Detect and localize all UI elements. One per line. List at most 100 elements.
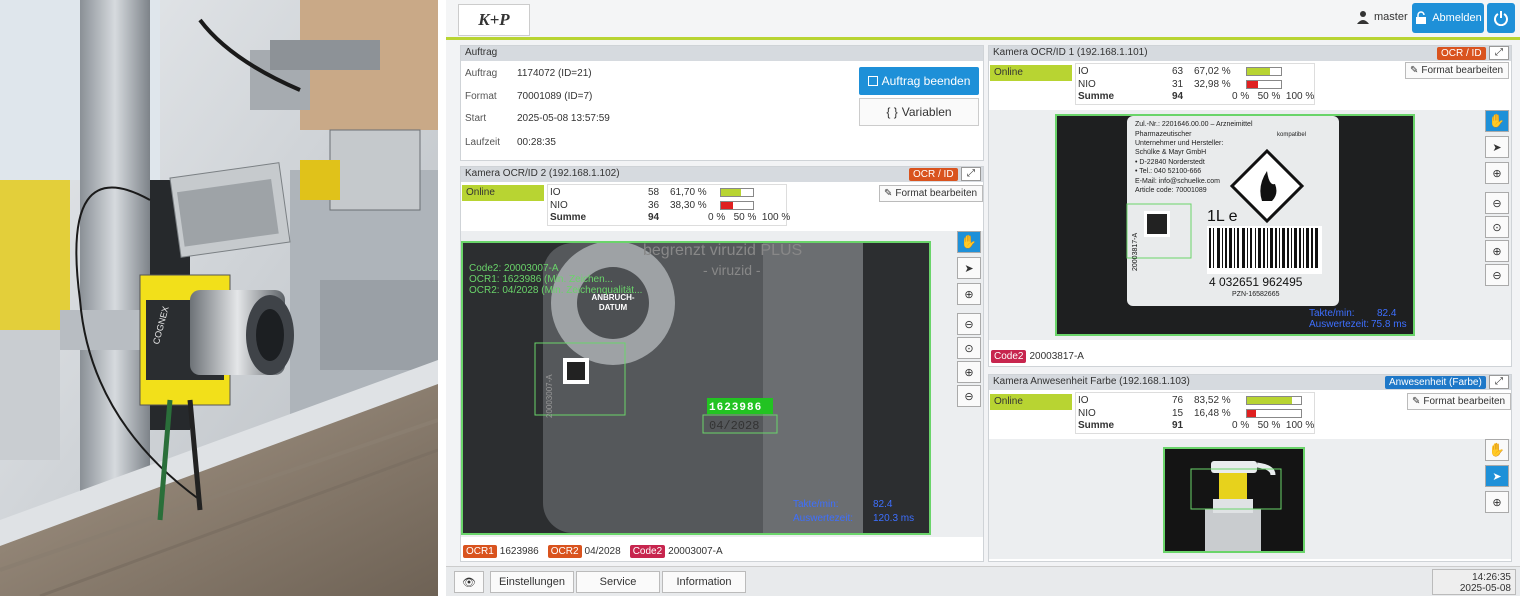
io-bar	[720, 188, 754, 197]
pan-tool-button[interactable]: ✋	[1485, 439, 1509, 461]
result-code2-value: 20003817-A	[1029, 351, 1084, 362]
select-tool-button[interactable]: ➤	[1485, 465, 1509, 487]
zoom-fit-button[interactable]: ⊖	[957, 313, 981, 335]
camera-photo: COGNEX	[0, 0, 438, 596]
camera-1-image[interactable]: 4 032651 962495 PZN-16582665 1L e 200038…	[1055, 114, 1415, 336]
io-count: 58	[648, 187, 660, 198]
clock-date: 2025-05-08	[1459, 583, 1511, 594]
sum-label: Summe	[1078, 91, 1115, 102]
variables-button[interactable]: { } Variablen	[859, 98, 979, 126]
camera-3-scene	[1165, 449, 1303, 551]
select-tool-button[interactable]: ➤	[957, 257, 981, 279]
service-label: Service	[599, 576, 637, 588]
camera-3-viewer: ✋ ➤ ⊕	[989, 439, 1511, 559]
logo-text: K+P	[478, 10, 510, 29]
pan-tool-button[interactable]: ✋	[957, 231, 981, 253]
nio-bar	[1246, 409, 1302, 418]
overlay-ocr2: OCR2: 04/2028 (Min. Zeichenqualität...	[469, 285, 643, 296]
io-pct: 83,52 %	[1194, 395, 1231, 406]
top-bar: K+P master Abmelden	[446, 0, 1520, 40]
camera-1-format-button[interactable]: ✎ Format bearbeiten	[1405, 62, 1509, 79]
start-value: 2025-05-08 13:57:59	[517, 113, 610, 124]
camera-2-status: Online	[462, 185, 544, 201]
format-label: Format	[465, 91, 497, 102]
sum-count: 91	[1172, 420, 1184, 431]
camera-2-format-button[interactable]: ✎ Format bearbeiten	[879, 185, 983, 202]
result-ocr2-value: 04/2028	[584, 546, 621, 557]
camera-2-expand-icon[interactable]: ⤢	[961, 167, 981, 181]
zoom-rect-icon: ⊕	[964, 288, 974, 301]
nio-count: 36	[648, 200, 660, 211]
bar-scale: 0 % 50 % 100 %	[1232, 91, 1315, 102]
result-ocr1-value: 1623986	[499, 546, 539, 557]
camera-2-viewer: ANBRUCH- DATUM begrenzt viruzid PLUS - v…	[461, 231, 983, 537]
cursor-icon: ➤	[1492, 141, 1502, 154]
zoom-rect-button[interactable]: ⊕	[957, 283, 981, 305]
logout-button[interactable]: Abmelden	[1412, 3, 1484, 33]
select-tool-button[interactable]: ➤	[1485, 136, 1509, 158]
zoom-out-button[interactable]: ⊖	[1485, 264, 1509, 286]
zoom-reset-button[interactable]: ⊙	[957, 337, 981, 359]
settings-label: Einstellungen	[498, 576, 566, 588]
camera-2-header: Kamera OCR/ID 2 (192.168.1.102) OCR / ID…	[461, 167, 983, 182]
camera-3-image[interactable]	[1163, 447, 1305, 553]
nio-count: 31	[1172, 79, 1184, 90]
nio-pct: 32,98 %	[1194, 79, 1231, 90]
hand-icon: ✋	[1488, 442, 1506, 457]
overlay-takte-label: Takte/min:	[793, 499, 839, 510]
auftrag-value: 1174072 (ID=21)	[517, 68, 592, 79]
compat-text: kompatibel	[1277, 132, 1306, 138]
format-label: Format bearbeiten	[1421, 65, 1504, 76]
overlay-ausw-value: 120.3 ms	[873, 513, 915, 524]
service-button[interactable]: Service	[576, 571, 660, 593]
io-label: IO	[550, 187, 561, 198]
edit-icon: ✎	[1410, 65, 1419, 76]
camera-3-header: Kamera Anwesenheit Farbe (192.168.1.103)…	[989, 375, 1511, 390]
pan-tool-button[interactable]: ✋	[1485, 110, 1509, 132]
settings-button[interactable]: Einstellungen	[490, 571, 574, 593]
zoom-rect-button[interactable]: ⊕	[1485, 491, 1509, 513]
io-count: 76	[1172, 395, 1184, 406]
zoom-out-icon: ⊖	[964, 390, 974, 403]
nio-label: NIO	[1078, 79, 1096, 90]
user-name: master	[1374, 11, 1408, 23]
camera-3-expand-icon[interactable]: ⤢	[1489, 375, 1509, 389]
camera-3-title: Kamera Anwesenheit Farbe (192.168.1.103)	[993, 376, 1190, 387]
zoom-fit-icon: ⊖	[964, 318, 974, 331]
bottom-bar: 👁 Einstellungen Service Information 14:2…	[446, 566, 1520, 596]
zoom-in-icon: ⊕	[1492, 245, 1502, 258]
zoom-reset-icon: ⊙	[1492, 221, 1502, 234]
zoom-reset-button[interactable]: ⊙	[1485, 216, 1509, 238]
zoom-fit-button[interactable]: ⊖	[1485, 192, 1509, 214]
overlay-takte-value: 82.4	[873, 499, 893, 510]
bar-scale: 0 % 50 % 100 %	[1232, 420, 1315, 431]
ocr-date-text: 04/2028	[709, 419, 759, 433]
edit-icon: ✎	[884, 188, 893, 199]
io-bar	[1246, 67, 1282, 76]
start-label: Start	[465, 113, 487, 124]
camera-1-tag: OCR / ID	[1437, 47, 1486, 60]
camera-1-status: Online	[990, 65, 1072, 81]
camera-3-format-button[interactable]: ✎ Format bearbeiten	[1407, 393, 1511, 410]
result-code2-tag: Code2	[991, 350, 1027, 363]
hand-icon: ✋	[1488, 113, 1506, 128]
camera-2-image[interactable]: ANBRUCH- DATUM begrenzt viruzid PLUS - v…	[461, 241, 931, 535]
camera-1-header: Kamera OCR/ID 1 (192.168.1.101) OCR / ID…	[989, 46, 1511, 61]
camera-1-scene: 4 032651 962495 PZN-16582665 1L e 200038…	[1057, 116, 1413, 334]
lock-icon	[1416, 11, 1427, 24]
zoom-in-button[interactable]: ⊕	[1485, 240, 1509, 262]
end-order-button[interactable]: Auftrag beenden	[859, 67, 979, 95]
information-button[interactable]: Information	[662, 571, 746, 593]
camera-1-expand-icon[interactable]: ⤢	[1489, 46, 1509, 60]
barcode-number-text: 4 032651 962495	[1209, 275, 1303, 289]
user-icon	[1357, 11, 1369, 24]
laufzeit-value: 00:28:35	[517, 137, 556, 148]
sum-count: 94	[648, 212, 660, 223]
zoom-out-button[interactable]: ⊖	[957, 385, 981, 407]
overlay-takte-value: 82.4	[1377, 308, 1397, 319]
view-toggle-button[interactable]: 👁	[454, 571, 484, 593]
camera-2-tag: OCR / ID	[909, 168, 958, 181]
zoom-in-button[interactable]: ⊕	[957, 361, 981, 383]
power-button[interactable]	[1487, 3, 1515, 33]
zoom-rect-button[interactable]: ⊕	[1485, 162, 1509, 184]
